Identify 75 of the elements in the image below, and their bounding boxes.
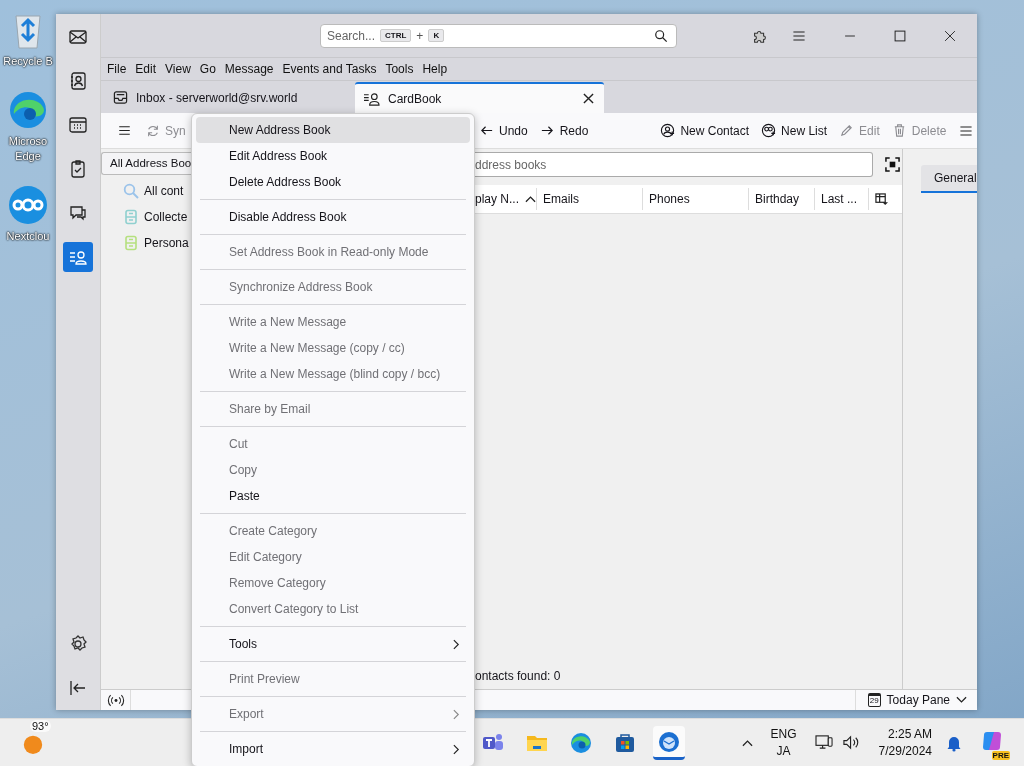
menu-item[interactable]: Edit Address Book <box>196 143 470 169</box>
close-tab-icon[interactable] <box>583 93 594 104</box>
redo-button[interactable]: Redo <box>539 123 589 138</box>
fullscreen-icon[interactable] <box>885 157 900 172</box>
menu-item[interactable]: Disable Address Book <box>196 204 470 230</box>
contacts-count: ontacts found: 0 <box>475 669 562 683</box>
network-icon[interactable] <box>814 734 834 751</box>
collapse-icon[interactable] <box>68 678 88 698</box>
contacts-icon <box>363 91 380 106</box>
close-icon[interactable] <box>943 28 957 43</box>
chevron-down-icon <box>956 696 967 704</box>
tasks-icon <box>68 159 88 179</box>
sync-icon <box>146 123 160 138</box>
online-status-icon[interactable] <box>106 693 125 707</box>
menu-bar-item[interactable]: Help <box>422 62 448 76</box>
contacts-icon <box>68 71 88 91</box>
preview-badge: PRE <box>991 751 1010 760</box>
new-list-icon <box>761 123 777 138</box>
temperature-label[interactable]: 93° <box>30 719 51 732</box>
today-pane-button[interactable]: 29 Today Pane <box>854 690 977 710</box>
chevron-up-icon[interactable] <box>741 738 753 747</box>
volume-icon[interactable] <box>841 734 861 751</box>
column-picker-icon[interactable] <box>875 192 888 206</box>
edit-icon <box>839 123 855 138</box>
search-icon <box>123 183 139 199</box>
column-header[interactable]: Phones <box>643 188 749 210</box>
tab[interactable]: General <box>921 165 977 193</box>
column-header[interactable]: Emails <box>537 188 643 210</box>
menu-bar-item[interactable]: Go <box>199 62 216 76</box>
calendar-icon <box>68 115 88 135</box>
shortcut-joiner: + <box>416 28 424 43</box>
menu-item[interactable]: Tools <box>196 631 470 657</box>
filter-field[interactable]: ddress books <box>475 152 873 177</box>
copilot-icon[interactable] <box>980 729 1004 753</box>
address-book-select[interactable]: All Address Boo <box>101 152 191 175</box>
sort-caret-icon <box>525 195 536 203</box>
calendar-icon: 29 <box>867 693 881 707</box>
edge-icon <box>569 730 593 755</box>
menu-item[interactable]: Paste <box>196 483 470 509</box>
menu-bar-item[interactable]: File <box>107 62 127 76</box>
tab[interactable]: CardBook <box>355 82 604 113</box>
new-contact-button[interactable]: New Contact <box>660 123 750 138</box>
column-header[interactable]: Birthday <box>749 188 815 210</box>
tab[interactable]: Inbox - serverworld@srv.world <box>101 82 355 113</box>
inbox-icon <box>113 90 128 105</box>
language-indicator[interactable]: ENG JA <box>770 725 797 760</box>
menu-item[interactable]: Delete Address Book <box>196 169 470 195</box>
address-book-item[interactable]: Collecte <box>101 204 191 230</box>
edge-icon[interactable] <box>8 90 48 131</box>
menu-bar-item[interactable]: Message <box>224 62 274 76</box>
menu-bar-item[interactable]: Tools <box>385 62 414 76</box>
search-field[interactable]: Search... CTRL + K <box>320 23 677 48</box>
chat-icon <box>68 203 88 223</box>
mail-icon <box>68 27 88 47</box>
search-icon[interactable] <box>654 28 668 43</box>
clock[interactable]: 2:25 AM 7/29/2024 <box>878 725 932 760</box>
nextcloud-icon[interactable] <box>8 184 48 225</box>
thunderbird-icon <box>657 729 681 753</box>
search-placeholder: Search... <box>327 28 376 43</box>
menu-item[interactable]: Import <box>196 736 470 762</box>
menu-bar-item[interactable]: Events and Tasks <box>282 62 377 76</box>
keyboard-key: K <box>428 29 445 42</box>
menu-icon[interactable] <box>117 123 132 138</box>
column-header[interactable]: Last ... <box>815 188 869 210</box>
new-contact-icon <box>660 123 676 138</box>
menu-bar-item[interactable]: View <box>165 62 191 76</box>
new-list-button[interactable]: New List <box>761 123 828 138</box>
thunderbird-taskbar-button[interactable] <box>653 725 685 760</box>
address-book-item[interactable]: All cont <box>101 178 191 204</box>
menu-item[interactable]: New Address Book <box>196 117 470 143</box>
menu-bar-item[interactable]: Edit <box>135 62 157 76</box>
keyboard-key: CTRL <box>380 29 412 42</box>
maximize-icon[interactable] <box>893 28 907 43</box>
undo-button[interactable]: Undo <box>479 123 528 138</box>
address-book-item[interactable]: Persona <box>101 230 191 256</box>
